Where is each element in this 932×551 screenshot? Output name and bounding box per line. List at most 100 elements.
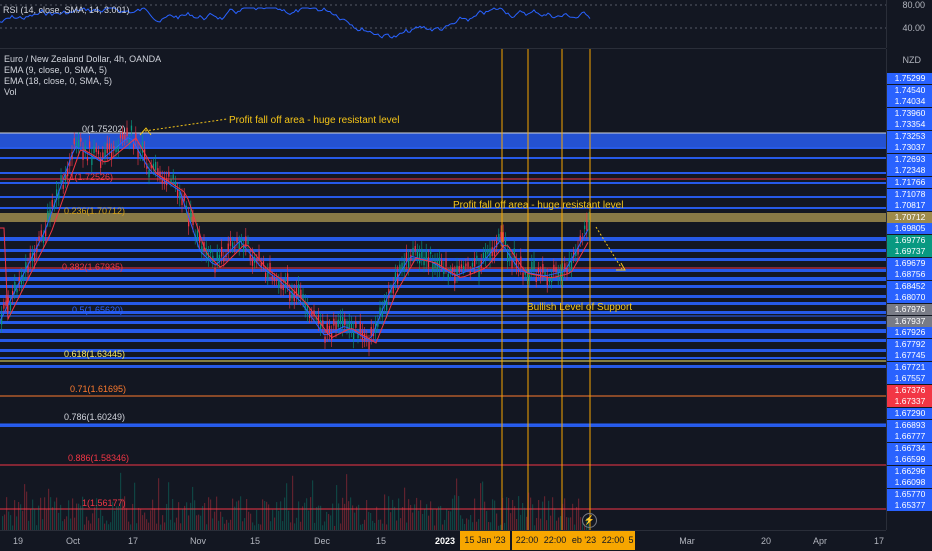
- price-chart-canvas[interactable]: [0, 49, 886, 530]
- horizontal-level-band: [0, 329, 886, 333]
- price-axis[interactable]: NZD 1.75299 1.74540 1.74034 1.73960 1.73354 1…: [886, 49, 932, 530]
- price-axis-label[interactable]: 1.69776: [887, 234, 932, 246]
- price-axis-label[interactable]: 1.68070: [887, 292, 932, 304]
- candle-body: [482, 252, 485, 259]
- volume-bar: [266, 501, 268, 530]
- volume-bar: [428, 515, 430, 530]
- candle-body: [238, 242, 240, 250]
- time-axis-label: Apr: [812, 536, 828, 546]
- price-axis-label[interactable]: 1.66599: [887, 454, 932, 466]
- price-axis-label[interactable]: 1.73253: [887, 130, 932, 142]
- volume-bar: [558, 517, 560, 530]
- rsi-axis[interactable]: 80.00 40.00: [886, 0, 932, 48]
- fib-0236-band: [0, 213, 886, 222]
- price-axis-label[interactable]: 1.67926: [887, 327, 932, 339]
- symbol-title[interactable]: Euro / New Zealand Dollar, 4h, OANDA: [4, 54, 161, 65]
- price-axis-label[interactable]: 1.72348: [887, 165, 932, 177]
- ema-18-legend[interactable]: EMA (18, close, 0, SMA, 5): [4, 76, 161, 87]
- price-axis-label[interactable]: 1.70712: [887, 211, 932, 223]
- price-axis-label[interactable]: 1.67376: [887, 384, 932, 396]
- price-axis-label[interactable]: 1.70817: [887, 200, 932, 212]
- volume-bar: [388, 496, 390, 530]
- price-axis-label[interactable]: 1.65770: [887, 488, 932, 500]
- price-axis-label[interactable]: 1.65377: [887, 500, 932, 512]
- fib-level-label[interactable]: 0.5(1.65620): [72, 305, 123, 315]
- price-axis-label[interactable]: 1.67337: [887, 396, 932, 408]
- price-axis-label[interactable]: 1.66098: [887, 477, 932, 489]
- price-axis-label[interactable]: 1.71078: [887, 188, 932, 200]
- volume-bar: [538, 499, 540, 530]
- price-axis-label[interactable]: 1.67976: [887, 304, 932, 315]
- annotation-support[interactable]: Bullish Level of Support: [527, 302, 632, 313]
- price-axis-label[interactable]: 1.66296: [887, 465, 932, 477]
- fib-level-label[interactable]: 0.236(1.70712): [64, 206, 125, 216]
- volume-bar: [420, 500, 422, 530]
- price-axis-label[interactable]: 1.67937: [887, 315, 932, 327]
- volume-bar: [392, 499, 394, 530]
- volume-bar: [380, 519, 382, 530]
- price-axis-label[interactable]: 1.67557: [887, 373, 932, 385]
- fib-level-label[interactable]: 0.618(1.63445): [64, 349, 125, 359]
- candle-body: [247, 240, 249, 245]
- volume-bar: [294, 523, 296, 530]
- price-axis-label[interactable]: 1.68452: [887, 280, 932, 292]
- price-axis-label[interactable]: 1.69737: [887, 246, 932, 258]
- price-axis-label[interactable]: 1.66777: [887, 431, 932, 443]
- price-axis-label[interactable]: 1.69805: [887, 223, 932, 235]
- price-axis-label[interactable]: 1.73960: [887, 107, 932, 119]
- price-axis-label[interactable]: 1.74540: [887, 84, 932, 96]
- candle-body: [441, 259, 443, 266]
- candle-body: [172, 174, 174, 180]
- annotation-top-resistance[interactable]: Profit fall off area - huge resistant le…: [229, 115, 399, 126]
- fib-level-label[interactable]: 0.786(1.60249): [64, 412, 125, 422]
- volume-bar: [6, 497, 8, 530]
- fib-level-label[interactable]: 0.886(1.58346): [68, 453, 129, 463]
- price-axis-label[interactable]: 1.66734: [887, 442, 932, 454]
- volume-bar: [356, 506, 358, 530]
- volume-legend[interactable]: Vol: [4, 87, 161, 98]
- price-axis-label[interactable]: 1.75299: [887, 73, 932, 84]
- volume-bar: [178, 502, 180, 530]
- rsi-pane[interactable]: RSI (14, close, SMA, 14, 3.001): [0, 0, 886, 49]
- volume-bar: [118, 506, 120, 530]
- price-axis-label[interactable]: 1.67290: [887, 407, 932, 419]
- candle-body: [298, 284, 300, 295]
- fib-level-label[interactable]: 0.71(1.61695): [70, 384, 126, 394]
- fib-level-label[interactable]: 0(1.75202): [82, 124, 126, 134]
- price-axis-label[interactable]: 1.69679: [887, 257, 932, 269]
- price-axis-label[interactable]: 1.74034: [887, 96, 932, 108]
- volume-bar: [318, 505, 320, 530]
- price-axis-label[interactable]: 1.68756: [887, 269, 932, 281]
- ema-9-legend[interactable]: EMA (9, close, 0, SMA, 5): [4, 65, 161, 76]
- price-axis-label[interactable]: 1.72693: [887, 153, 932, 165]
- horizontal-level-band: [0, 237, 886, 241]
- price-axis-label[interactable]: 1.71766: [887, 176, 932, 188]
- volume-bar: [244, 518, 246, 530]
- price-axis-label[interactable]: 1.73354: [887, 119, 932, 131]
- annotation-mid-resistance[interactable]: Profit fall off area - huge resistant le…: [453, 200, 623, 211]
- candle-body: [282, 284, 284, 291]
- price-axis-label[interactable]: 1.67792: [887, 338, 932, 350]
- candle-body: [423, 257, 425, 266]
- fib-level-label[interactable]: 0.382(1.67935): [62, 262, 123, 272]
- lightning-icon[interactable]: ⚡: [582, 513, 597, 528]
- volume-bar: [230, 519, 232, 530]
- volume-bar: [354, 512, 356, 530]
- fib-level-label[interactable]: 0.1(1.72526): [62, 172, 113, 182]
- volume-bar: [146, 519, 148, 530]
- candle-body: [445, 258, 447, 267]
- volume-bar: [570, 517, 572, 530]
- time-axis-label: Oct: [65, 536, 81, 546]
- rsi-indicator-label[interactable]: RSI (14, close, SMA, 14, 3.001): [3, 5, 130, 15]
- fib-level-label[interactable]: 1(1.56177): [82, 498, 126, 508]
- time-axis[interactable]: 19 Oct 17 Nov 15 Dec 15 2023 Mar 20 Apr 17 15 Jan '2…: [0, 530, 886, 551]
- volume-bar: [320, 505, 322, 530]
- volume-bar: [502, 497, 504, 530]
- candle-body: [584, 225, 586, 230]
- horizontal-level-band: [0, 349, 886, 352]
- price-axis-label[interactable]: 1.67745: [887, 350, 932, 362]
- price-axis-label[interactable]: 1.67721: [887, 361, 932, 373]
- price-axis-label[interactable]: 1.66893: [887, 419, 932, 431]
- volume-bar: [304, 502, 306, 530]
- price-axis-label[interactable]: 1.73037: [887, 142, 932, 154]
